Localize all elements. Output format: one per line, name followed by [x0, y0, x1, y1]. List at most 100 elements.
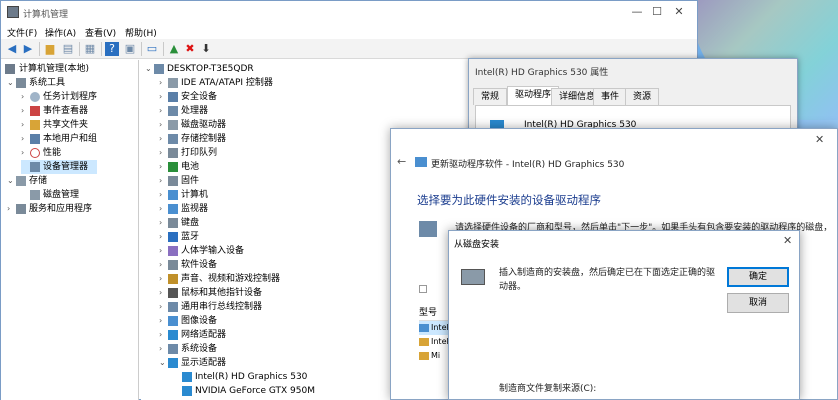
device-category-icon	[168, 218, 178, 228]
wizard-close-button[interactable]: ✕	[815, 133, 824, 146]
tools-icon	[16, 78, 26, 88]
menu-action[interactable]: 操作(A)	[45, 26, 76, 39]
uninstall-icon[interactable]: ✖	[183, 42, 197, 56]
device-category-icon	[168, 246, 178, 256]
disk-drive-icon	[461, 269, 485, 285]
hardware-icon	[419, 221, 437, 237]
show-tree-icon[interactable]: ▤	[61, 42, 75, 56]
help-icon[interactable]: ?	[105, 42, 119, 56]
computer-management-icon	[7, 6, 19, 18]
close-button[interactable]: ✕	[659, 1, 699, 23]
menu-file[interactable]: 文件(F)	[7, 26, 37, 39]
device-category-icon	[168, 148, 178, 158]
collapse-icon[interactable]: ⌄	[7, 76, 15, 90]
scan-hardware-icon[interactable]: ▭	[145, 42, 159, 56]
tree-event-viewer[interactable]: › 事件查看器	[21, 104, 137, 118]
device-category-icon	[168, 162, 178, 172]
expand-icon[interactable]: ›	[21, 146, 29, 160]
view-icon[interactable]: ▣	[123, 42, 137, 56]
tree-performance[interactable]: › 性能	[21, 146, 137, 160]
properties-title: Intel(R) HD Graphics 530 属性	[475, 68, 609, 78]
expand-icon[interactable]: ›	[159, 104, 167, 118]
tree-system-tools[interactable]: ⌄ 系统工具	[7, 76, 137, 90]
up-folder-icon[interactable]: ▆	[43, 42, 57, 56]
properties-icon[interactable]: ▦	[83, 42, 97, 56]
tab-events[interactable]: 事件	[593, 88, 628, 105]
expand-icon[interactable]: ›	[159, 146, 167, 160]
expand-icon[interactable]: ›	[159, 132, 167, 146]
device-category-icon	[168, 288, 178, 298]
device-category-icon	[168, 120, 178, 130]
device-category[interactable]: › 安全设备	[159, 90, 459, 104]
tree-root[interactable]: 计算机管理(本地)	[3, 62, 139, 76]
tree-local-users[interactable]: › 本地用户和组	[21, 132, 137, 146]
back-arrow-icon[interactable]: ←	[397, 155, 406, 168]
expand-icon[interactable]: ›	[159, 202, 167, 216]
update-driver-icon[interactable]: ▲	[167, 42, 181, 56]
compatible-checkbox[interactable]	[419, 285, 427, 293]
forward-icon[interactable]: ▶	[21, 42, 35, 56]
expand-icon[interactable]: ›	[159, 188, 167, 202]
collapse-icon[interactable]: ⌄	[145, 62, 153, 76]
wizard-title: 更新驱动程序软件 - Intel(R) HD Graphics 530	[431, 160, 625, 170]
disable-device-icon[interactable]: ⬇	[199, 42, 213, 56]
expand-icon[interactable]: ›	[21, 118, 29, 132]
title-bar: 计算机管理 — ☐ ✕	[1, 1, 697, 23]
expand-icon[interactable]: ›	[159, 328, 167, 342]
wizard-heading: 选择要为此硬件安装的设备驱动程序	[417, 193, 601, 207]
tree-disk-management[interactable]: 磁盘管理	[21, 188, 137, 202]
dialog-title: 从磁盘安装	[454, 240, 500, 250]
expand-icon[interactable]: ›	[159, 216, 167, 230]
tree-storage[interactable]: ⌄ 存储	[7, 174, 137, 188]
collapse-icon[interactable]: ⌄	[159, 356, 167, 370]
dialog-close-button[interactable]: ✕	[783, 234, 792, 247]
device-category-icon	[168, 302, 178, 312]
expand-icon[interactable]: ›	[159, 272, 167, 286]
menu-view[interactable]: 查看(V)	[85, 26, 116, 39]
expand-icon[interactable]: ›	[159, 76, 167, 90]
computer-icon	[154, 64, 164, 74]
tree-task-scheduler[interactable]: › 任务计划程序	[21, 90, 137, 104]
display-adapter-icon	[182, 372, 192, 382]
dialog-message: 插入制造商的安装盘，然后确定已在下面选定正确的驱动器。	[499, 268, 716, 292]
back-icon[interactable]: ◀	[5, 42, 19, 56]
event-viewer-icon	[30, 106, 40, 116]
display-adapter-icon	[182, 386, 192, 396]
device-category-icon	[168, 344, 178, 354]
device-root[interactable]: ⌄ DESKTOP-T3E5QDR	[145, 62, 465, 76]
ok-button[interactable]: 确定	[727, 267, 789, 287]
device-category[interactable]: › 处理器	[159, 104, 459, 118]
tab-resources[interactable]: 资源	[625, 88, 660, 105]
device-category[interactable]: › IDE ATA/ATAPI 控制器	[159, 76, 459, 90]
install-from-disk-dialog: 从磁盘安装 ✕ 插入制造商的安装盘，然后确定已在下面选定正确的驱动器。 确定 取…	[448, 230, 800, 400]
expand-icon[interactable]: ›	[21, 132, 29, 146]
expand-icon[interactable]: ›	[7, 202, 15, 216]
clock-icon	[30, 92, 40, 102]
expand-icon[interactable]: ›	[159, 230, 167, 244]
menu-help[interactable]: 帮助(H)	[125, 26, 157, 39]
expand-icon[interactable]: ›	[21, 90, 29, 104]
device-category-icon	[168, 358, 178, 368]
tree-device-manager[interactable]: 设备管理器	[21, 160, 97, 174]
collapse-icon[interactable]: ⌄	[7, 174, 15, 188]
expand-icon[interactable]: ›	[159, 174, 167, 188]
expand-icon[interactable]: ›	[159, 342, 167, 356]
cancel-button[interactable]: 取消	[727, 293, 789, 313]
expand-icon[interactable]: ›	[159, 300, 167, 314]
device-category-icon	[168, 134, 178, 144]
expand-icon[interactable]: ›	[159, 90, 167, 104]
computer-icon	[5, 64, 15, 74]
expand-icon[interactable]: ›	[159, 160, 167, 174]
tab-general[interactable]: 常规	[473, 88, 508, 105]
tree-shared-folders[interactable]: › 共享文件夹	[21, 118, 137, 132]
device-category-icon	[168, 330, 178, 340]
expand-icon[interactable]: ›	[159, 118, 167, 132]
expand-icon[interactable]: ›	[159, 258, 167, 272]
expand-icon[interactable]: ›	[159, 286, 167, 300]
device-category-icon	[168, 316, 178, 326]
expand-icon[interactable]: ›	[159, 314, 167, 328]
expand-icon[interactable]: ›	[21, 104, 29, 118]
expand-icon[interactable]: ›	[159, 244, 167, 258]
tree-services-apps[interactable]: › 服务和应用程序	[7, 202, 137, 216]
device-category-icon	[168, 176, 178, 186]
